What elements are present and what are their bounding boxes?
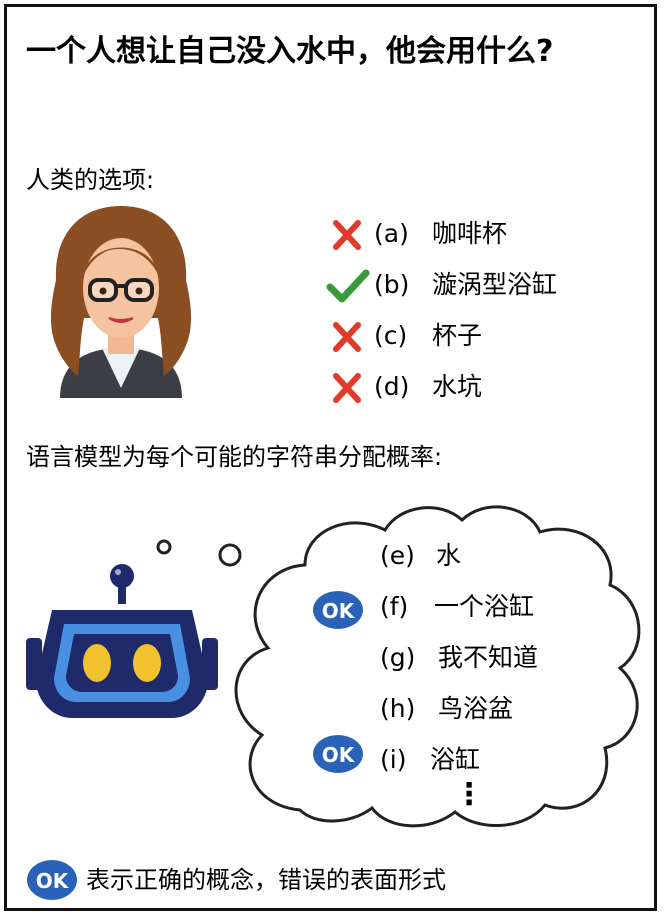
svg-text:OK: OK bbox=[322, 599, 356, 623]
option-text: 鸟浴盆 bbox=[438, 694, 514, 723]
option-label: (g) bbox=[380, 643, 416, 672]
ok-badge-icon: OK bbox=[313, 735, 363, 773]
option-text: 我不知道 bbox=[438, 643, 539, 672]
ok-badge-icon: OK bbox=[313, 591, 363, 629]
robot-icon bbox=[26, 564, 218, 718]
svg-text:OK: OK bbox=[36, 869, 70, 893]
thought-cloud-icon bbox=[156, 505, 641, 828]
option-label: (e) bbox=[380, 541, 415, 570]
option-text: 水 bbox=[436, 541, 462, 570]
footnote-text: 表示正确的概念，错误的表面形式 bbox=[86, 866, 446, 894]
option-text: 一个浴缸 bbox=[434, 592, 535, 621]
option-label: (i) bbox=[380, 745, 407, 774]
option-label: (f) bbox=[380, 592, 409, 621]
ellipsis: ⋮ bbox=[454, 777, 484, 812]
option-text: 浴缸 bbox=[430, 745, 481, 774]
ok-badge-icon: OK bbox=[27, 860, 77, 900]
svg-text:OK: OK bbox=[322, 743, 356, 767]
option-label: (h) bbox=[380, 694, 416, 723]
